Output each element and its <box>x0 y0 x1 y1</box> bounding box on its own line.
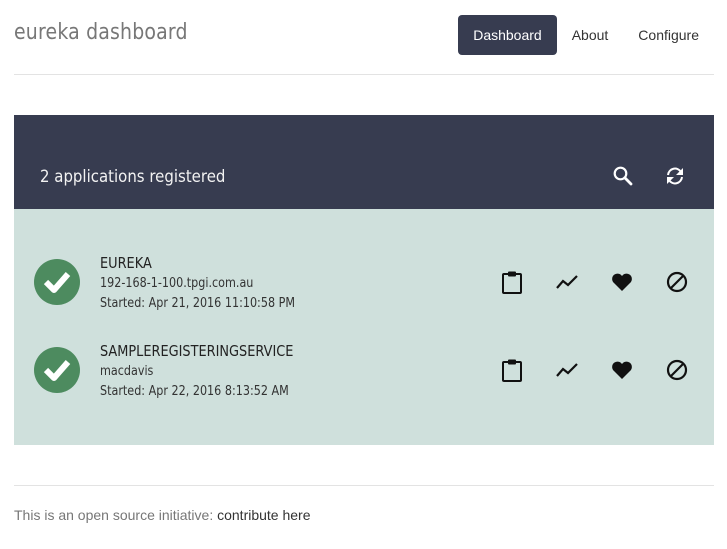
app-started: Started: Apr 22, 2016 8:13:52 AM <box>100 384 289 399</box>
app-name[interactable]: SAMPLEREGISTERINGSERVICE <box>100 342 293 360</box>
contribute-link[interactable]: contribute here <box>217 507 310 523</box>
clipboard-icon[interactable] <box>500 270 524 294</box>
health-icon[interactable] <box>610 270 634 294</box>
app-name[interactable]: EUREKA <box>100 254 152 272</box>
page: eureka dashboard Dashboard About Configu… <box>0 0 727 549</box>
brand-title[interactable]: eureka dashboard <box>14 20 188 45</box>
search-icon[interactable] <box>612 165 634 187</box>
nav-configure[interactable]: Configure <box>623 15 714 55</box>
header: eureka dashboard Dashboard About Configu… <box>14 0 714 75</box>
health-icon[interactable] <box>610 358 634 382</box>
status-ok-icon <box>34 259 80 305</box>
footer-text: This is an open source initiative: <box>14 507 218 523</box>
app-row-eureka: EUREKA 192-168-1-100.tpgi.com.au Started… <box>14 250 714 314</box>
metrics-icon[interactable] <box>555 270 579 294</box>
panel-title: 2 applications registered <box>40 167 226 187</box>
disable-icon[interactable] <box>665 270 689 294</box>
applications-panel: 2 applications registered EUREKA 192-168… <box>14 115 714 445</box>
nav-about[interactable]: About <box>557 15 624 55</box>
footer: This is an open source initiative: contr… <box>14 485 714 523</box>
app-host: 192-168-1-100.tpgi.com.au <box>100 276 254 291</box>
app-host: macdavis <box>100 364 154 379</box>
panel-header: 2 applications registered <box>14 115 714 209</box>
status-ok-icon <box>34 347 80 393</box>
refresh-icon[interactable] <box>664 165 686 187</box>
main-nav: Dashboard About Configure <box>458 15 714 55</box>
app-row-sampleregisteringservice: SAMPLEREGISTERINGSERVICE macdavis Starte… <box>14 338 714 402</box>
metrics-icon[interactable] <box>555 358 579 382</box>
disable-icon[interactable] <box>665 358 689 382</box>
clipboard-icon[interactable] <box>500 358 524 382</box>
nav-dashboard[interactable]: Dashboard <box>458 15 557 55</box>
app-started: Started: Apr 21, 2016 11:10:58 PM <box>100 296 296 311</box>
